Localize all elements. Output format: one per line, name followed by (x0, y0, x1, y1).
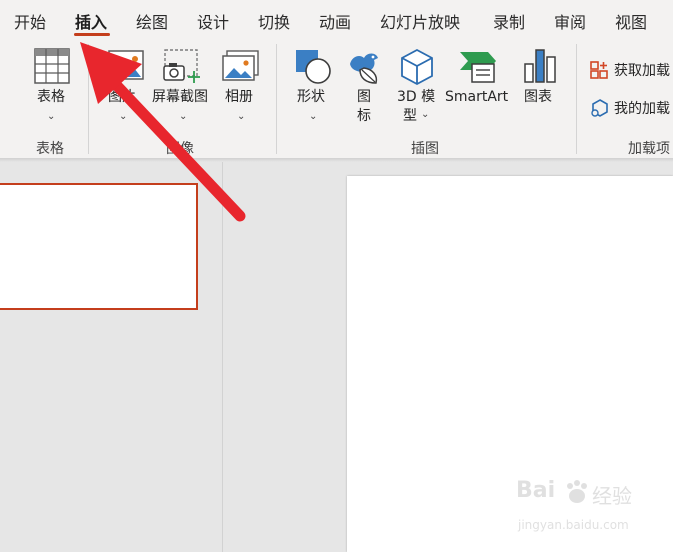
screenshot-icon (163, 49, 200, 83)
group-label-tables: 表格 (36, 141, 64, 157)
pictures-button-label: 图片 (108, 89, 136, 105)
tab-record[interactable]: 录制 (493, 9, 525, 33)
get-addins-label: 获取加载 (614, 63, 670, 79)
bar-chart-icon (524, 49, 556, 83)
ribbon-panel (0, 40, 673, 158)
tab-transitions[interactable]: 切换 (258, 9, 290, 33)
group-separator (576, 44, 577, 154)
active-tab-indicator (74, 33, 110, 36)
chevron-down-icon: ⌄ (119, 111, 128, 122)
tab-slideshow[interactable]: 幻灯片放映 (380, 9, 460, 33)
3d-models-button[interactable]: 3D 模 型 ⌄ (394, 46, 442, 126)
watermark-brand-tail: 经验 (592, 484, 632, 508)
photo-album-button-label: 相册 (225, 89, 253, 105)
table-icon (34, 48, 70, 84)
table-button[interactable]: 表格 ⌄ (28, 46, 76, 126)
tab-insert[interactable]: 插入 (75, 9, 107, 33)
chevron-down-icon: ⌄ (237, 111, 246, 122)
group-label-addins: 加载项 (628, 141, 670, 157)
my-addins-label: 我的加载 (614, 101, 670, 117)
chevron-down-icon: ⌄ (47, 111, 56, 122)
chevron-down-icon: ⌄ (309, 111, 318, 122)
icons-button-label-line2: 标 (357, 108, 371, 124)
paw-icon (567, 480, 587, 503)
smartart-button-label: SmartArt (445, 89, 509, 105)
screenshot-button-label: 屏幕截图 (152, 89, 208, 105)
bird-icon (350, 53, 378, 84)
3d-models-button-label-line2: 型 (403, 108, 417, 124)
3d-models-button-label-line1: 3D 模 (397, 89, 436, 105)
shapes-button[interactable]: 形状 ⌄ (292, 46, 336, 126)
picture-icon (108, 50, 144, 80)
slide-thumbnail-selected[interactable] (0, 183, 198, 310)
smartart-icon (460, 52, 496, 83)
screenshot-button[interactable]: 屏幕截图 ⌄ (150, 46, 216, 126)
watermark-url: jingyan.baidu.com (518, 518, 629, 532)
chart-button[interactable]: 图表 (520, 46, 560, 126)
pictures-button[interactable]: 图片 ⌄ (106, 46, 146, 126)
chevron-down-icon: ⌄ (421, 109, 430, 120)
3d-cube-icon (401, 48, 433, 86)
icons-button-label-line1: 图 (357, 89, 371, 105)
icons-button[interactable]: 图 标 (344, 46, 386, 126)
shapes-button-label: 形状 (297, 89, 325, 105)
tab-design[interactable]: 设计 (197, 9, 229, 33)
table-button-label: 表格 (37, 89, 65, 105)
photo-album-button[interactable]: 相册 ⌄ (222, 46, 262, 126)
tab-home[interactable]: 开始 (14, 9, 46, 33)
group-separator (276, 44, 277, 154)
group-label-illustrations: 插图 (411, 141, 439, 157)
group-label-images: 图像 (166, 141, 194, 157)
watermark-brand: Bai (516, 478, 556, 503)
tab-draw[interactable]: 绘图 (136, 9, 168, 33)
group-separator (88, 44, 89, 154)
baidu-watermark: Bai 经验 jingyan.baidu.com (512, 478, 642, 538)
chart-button-label: 图表 (524, 89, 552, 105)
smartart-button[interactable]: SmartArt (444, 46, 512, 126)
shapes-icon (296, 50, 331, 84)
photo-album-icon (222, 50, 259, 81)
store-icon (590, 61, 608, 79)
chevron-down-icon: ⌄ (179, 111, 188, 122)
ribbon-tab-bar: 开始 插入 绘图 设计 切换 动画 幻灯片放映 录制 审阅 视图 (0, 0, 673, 40)
tab-review[interactable]: 审阅 (554, 9, 586, 33)
tab-view[interactable]: 视图 (615, 9, 647, 33)
tab-animations[interactable]: 动画 (319, 9, 351, 33)
my-addins-icon (591, 99, 608, 117)
